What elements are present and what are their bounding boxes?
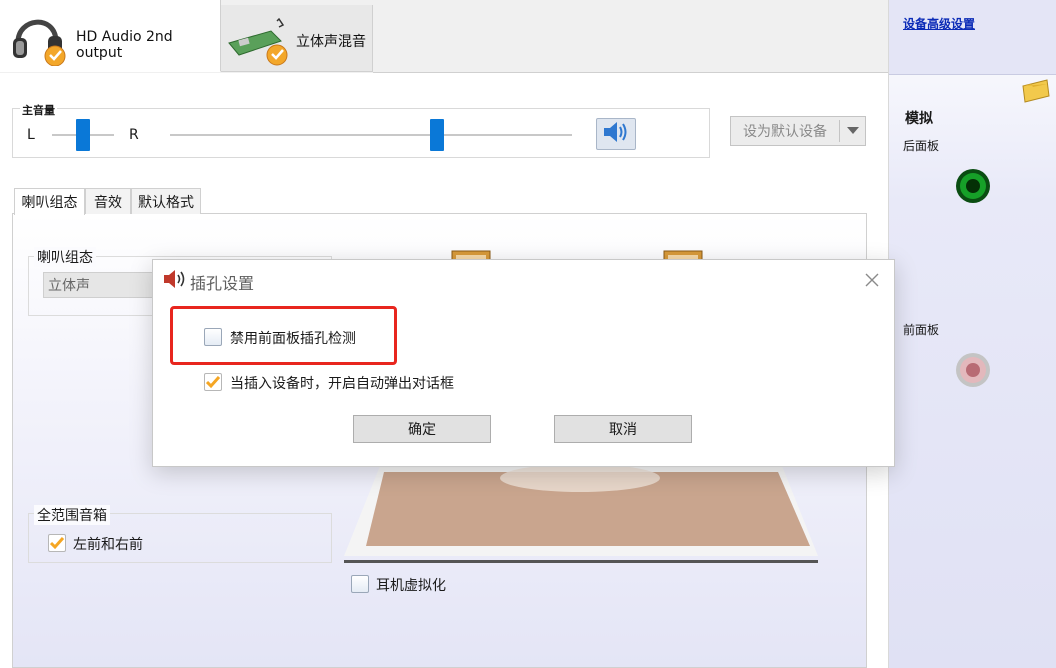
headphone-virtualization-label: 耳机虚拟化 — [376, 578, 446, 594]
set-default-device-label: 设为默认设备 — [743, 124, 827, 140]
speaker-icon — [163, 269, 187, 289]
tab-label: 默认格式 — [138, 194, 194, 211]
analog-section-title: 模拟 — [905, 111, 933, 127]
right-panel: 设备高级设置 模拟 后面板 前面板 — [888, 0, 1056, 668]
auto-popup-checkbox[interactable] — [204, 373, 222, 391]
volume-slider-thumb[interactable] — [430, 119, 444, 151]
tab-label: 音效 — [94, 194, 122, 211]
set-default-device-button[interactable]: 设为默认设备 — [730, 116, 866, 146]
front-left-right-checkbox[interactable] — [48, 534, 66, 552]
ok-label: 确定 — [408, 422, 436, 438]
advanced-settings-link[interactable]: 设备高级设置 — [903, 15, 975, 32]
room-floor-image — [344, 464, 818, 566]
headphones-icon — [10, 10, 68, 67]
balance-slider-thumb[interactable] — [76, 119, 90, 151]
device-tab-stereo-mix[interactable]: 立体声混音 — [221, 5, 373, 72]
main-volume-title: 主音量 — [20, 102, 57, 118]
pink-jack-icon[interactable] — [955, 352, 991, 388]
tab-sound-effects[interactable]: 音效 — [85, 188, 131, 214]
volume-track — [170, 134, 572, 136]
cancel-button[interactable]: 取消 — [554, 415, 692, 443]
full-range-group-title: 全范围音箱 — [34, 505, 110, 525]
mute-button[interactable] — [596, 118, 636, 150]
folder-icon[interactable] — [1019, 78, 1051, 104]
device-tab-label: 立体声混音 — [296, 34, 366, 50]
device-tab-label: HD Audio 2nd output — [76, 29, 173, 61]
tab-default-format[interactable]: 默认格式 — [131, 188, 201, 214]
speaker-config-group-title: 喇叭组态 — [34, 247, 96, 267]
speaker-icon — [602, 121, 630, 147]
close-icon[interactable] — [862, 270, 882, 290]
speaker-config-value: 立体声 — [48, 278, 90, 294]
ok-button[interactable]: 确定 — [353, 415, 491, 443]
sound-card-icon — [227, 17, 293, 69]
chevron-down-icon[interactable] — [840, 127, 865, 135]
green-jack-icon[interactable] — [955, 168, 991, 204]
auto-popup-label: 当插入设备时，开启自动弹出对话框 — [230, 376, 454, 392]
tab-speaker-config[interactable]: 喇叭组态 — [14, 188, 85, 215]
dialog-title: 插孔设置 — [190, 274, 255, 293]
headphone-virtualization-checkbox[interactable] — [351, 575, 369, 593]
front-panel-label: 前面板 — [903, 323, 940, 337]
balance-right-label: R — [129, 127, 139, 143]
right-panel-header — [889, 0, 1056, 75]
highlight-box — [170, 306, 397, 365]
balance-left-label: L — [27, 127, 35, 143]
back-panel-label: 后面板 — [903, 139, 940, 153]
cancel-label: 取消 — [609, 422, 637, 438]
front-left-right-label: 左前和右前 — [73, 537, 143, 553]
tab-label: 喇叭组态 — [21, 195, 78, 211]
device-tab-hd-audio[interactable]: HD Audio 2nd output — [0, 0, 221, 72]
